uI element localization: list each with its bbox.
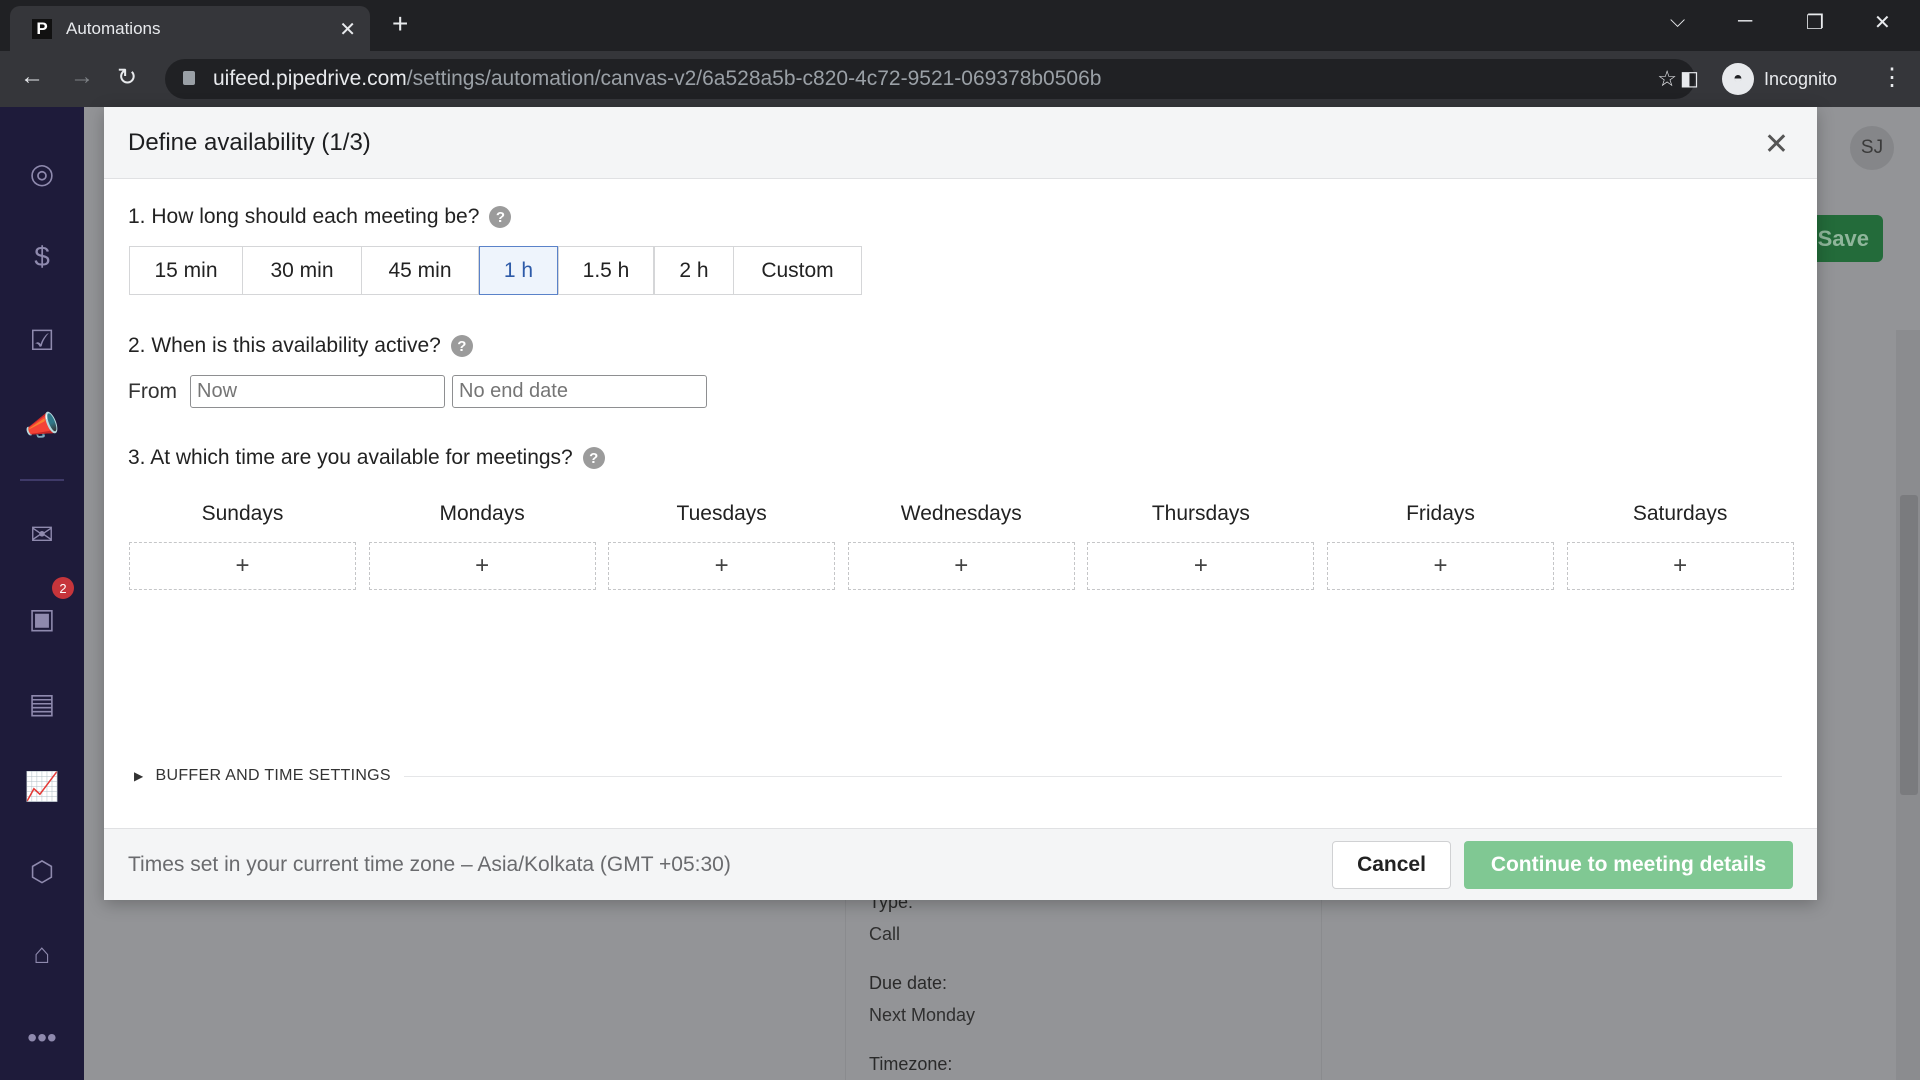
plus-icon: + bbox=[954, 552, 969, 579]
plus-icon: + bbox=[1433, 552, 1448, 579]
add-slot-saturdays[interactable]: + bbox=[1566, 542, 1794, 590]
tab-title: Automations bbox=[66, 18, 161, 38]
cancel-button[interactable]: Cancel bbox=[1332, 841, 1451, 889]
side-panel-icon[interactable]: ◧ bbox=[1680, 66, 1699, 91]
question-weekly-hours: 3. At which time are you available for m… bbox=[128, 446, 605, 470]
sidebar-divider bbox=[20, 479, 64, 481]
url-path: /settings/automation/canvas-v2/6a528a5b-… bbox=[406, 67, 1102, 90]
mail-icon[interactable]: ✉ bbox=[24, 516, 60, 552]
calendar-icon[interactable]: ▣ bbox=[24, 600, 60, 636]
day-label-mondays: Mondays bbox=[439, 502, 525, 525]
plus-icon: + bbox=[714, 552, 729, 579]
restore-icon[interactable]: ❐ bbox=[1806, 10, 1824, 35]
help-icon[interactable]: ? bbox=[582, 447, 605, 469]
timezone-note: Times set in your current time zone – As… bbox=[128, 853, 731, 876]
browser-tab-bar: P Automations ✕ + ⌵ ─ ❐ ✕ bbox=[0, 0, 1920, 51]
browser-menu-icon[interactable]: ⋮ bbox=[1880, 63, 1904, 92]
browser-tab[interactable]: P Automations ✕ bbox=[10, 6, 370, 51]
day-label-tuesdays: Tuesdays bbox=[676, 502, 767, 525]
scrollbar-thumb[interactable] bbox=[1900, 495, 1918, 795]
start-date-input[interactable] bbox=[190, 375, 445, 408]
day-label-thursdays: Thursdays bbox=[1151, 502, 1250, 525]
plus-icon: + bbox=[235, 552, 250, 579]
back-icon[interactable]: ← bbox=[20, 63, 44, 91]
duration-45min[interactable]: 45 min bbox=[361, 246, 479, 295]
duration-15min[interactable]: 15 min bbox=[129, 246, 243, 295]
modal-header: Define availability (1/3) bbox=[104, 107, 1817, 179]
day-label-wednesdays: Wednesdays bbox=[900, 502, 1022, 525]
url-host: uifeed.pipedrive.com bbox=[213, 67, 407, 90]
calendar-badge: 2 bbox=[52, 577, 74, 599]
bookmark-star-icon[interactable]: ☆ bbox=[1657, 66, 1677, 92]
end-date-input[interactable] bbox=[452, 375, 707, 408]
add-slot-fridays[interactable]: + bbox=[1327, 542, 1554, 590]
day-label-saturdays: Saturdays bbox=[1632, 502, 1728, 525]
duration-1-5h[interactable]: 1.5 h bbox=[558, 246, 654, 295]
duration-30min[interactable]: 30 min bbox=[242, 246, 362, 295]
clipboard-check-icon[interactable]: ☑ bbox=[24, 322, 60, 358]
day-label-sundays: Sundays bbox=[201, 502, 284, 525]
plus-icon: + bbox=[1193, 552, 1208, 579]
new-tab-icon[interactable]: + bbox=[392, 8, 408, 40]
tab-search-icon[interactable]: ⌵ bbox=[1670, 10, 1685, 33]
dollar-icon[interactable]: $ bbox=[24, 239, 60, 275]
divider bbox=[404, 776, 1782, 777]
type-value: Call bbox=[869, 924, 901, 944]
close-tab-icon[interactable]: ✕ bbox=[339, 17, 356, 42]
from-label: From bbox=[128, 380, 177, 403]
plus-icon: + bbox=[1673, 552, 1688, 579]
profile-label: Incognito bbox=[1764, 68, 1838, 89]
add-slot-thursdays[interactable]: + bbox=[1087, 542, 1315, 590]
incognito-icon: ◓ bbox=[1722, 63, 1754, 95]
duration-2h[interactable]: 2 h bbox=[654, 246, 734, 295]
define-availability-modal: Define availability (1/3) ✕ 1. How long … bbox=[104, 107, 1817, 900]
question-text: 2. When is this availability active? bbox=[128, 334, 441, 357]
minimize-icon[interactable]: ─ bbox=[1738, 10, 1752, 33]
target-icon[interactable]: ◎ bbox=[24, 155, 60, 191]
app-sidebar: ◎ $ ☑ 📣 ✉ ▣ 2 ▤ 📈 ⬡ ⌂ ••• bbox=[0, 107, 84, 1080]
caret-right-icon: ▶ bbox=[134, 769, 144, 783]
modal-title: Define availability (1/3) bbox=[128, 128, 371, 156]
box-icon[interactable]: ⬡ bbox=[24, 853, 60, 889]
plus-icon: + bbox=[475, 552, 490, 579]
buffer-settings-toggle[interactable]: ▶ BUFFER AND TIME SETTINGS bbox=[134, 767, 391, 785]
address-bar[interactable]: uifeed.pipedrive.com/settings/automation… bbox=[165, 59, 1695, 99]
question-duration: 1. How long should each meeting be? ? bbox=[128, 205, 512, 229]
modal-footer: Times set in your current time zone – As… bbox=[104, 828, 1817, 900]
question-active-period: 2. When is this availability active? ? bbox=[128, 334, 473, 358]
more-icon[interactable]: ••• bbox=[24, 1020, 60, 1056]
forward-icon[interactable]: → bbox=[70, 63, 94, 91]
avatar[interactable]: SJ bbox=[1850, 126, 1894, 170]
continue-button[interactable]: Continue to meeting details bbox=[1464, 841, 1793, 889]
add-slot-tuesdays[interactable]: + bbox=[608, 542, 836, 590]
contact-card-icon[interactable]: ▤ bbox=[24, 685, 60, 721]
add-slot-sundays[interactable]: + bbox=[129, 542, 356, 590]
duration-custom[interactable]: Custom bbox=[733, 246, 862, 295]
add-slot-wednesdays[interactable]: + bbox=[847, 542, 1075, 590]
store-icon[interactable]: ⌂ bbox=[24, 936, 60, 972]
close-window-icon[interactable]: ✕ bbox=[1874, 10, 1891, 35]
chart-icon[interactable]: 📈 bbox=[24, 768, 60, 804]
incognito-indicator[interactable]: ◓ Incognito bbox=[1722, 61, 1837, 97]
reload-icon[interactable]: ↻ bbox=[117, 63, 137, 92]
timezone-label: Timezone: bbox=[869, 1054, 953, 1074]
question-text: 3. At which time are you available for m… bbox=[128, 446, 573, 469]
address-toolbar: ← → ↻ uifeed.pipedrive.com/settings/auto… bbox=[0, 51, 1920, 107]
add-slot-mondays[interactable]: + bbox=[368, 542, 596, 590]
duration-1h[interactable]: 1 h bbox=[479, 246, 558, 295]
megaphone-icon[interactable]: 📣 bbox=[24, 407, 60, 443]
question-text: 1. How long should each meeting be? bbox=[128, 205, 480, 228]
close-icon[interactable]: ✕ bbox=[1764, 127, 1789, 162]
due-date-value: Next Monday bbox=[869, 1005, 976, 1025]
lock-icon bbox=[183, 71, 195, 85]
pipedrive-favicon: P bbox=[32, 18, 52, 39]
due-date-label: Due date: bbox=[869, 973, 948, 993]
help-icon[interactable]: ? bbox=[489, 206, 512, 228]
buffer-settings-label: BUFFER AND TIME SETTINGS bbox=[155, 767, 391, 784]
help-icon[interactable]: ? bbox=[450, 335, 473, 357]
day-label-fridays: Fridays bbox=[1406, 502, 1475, 525]
